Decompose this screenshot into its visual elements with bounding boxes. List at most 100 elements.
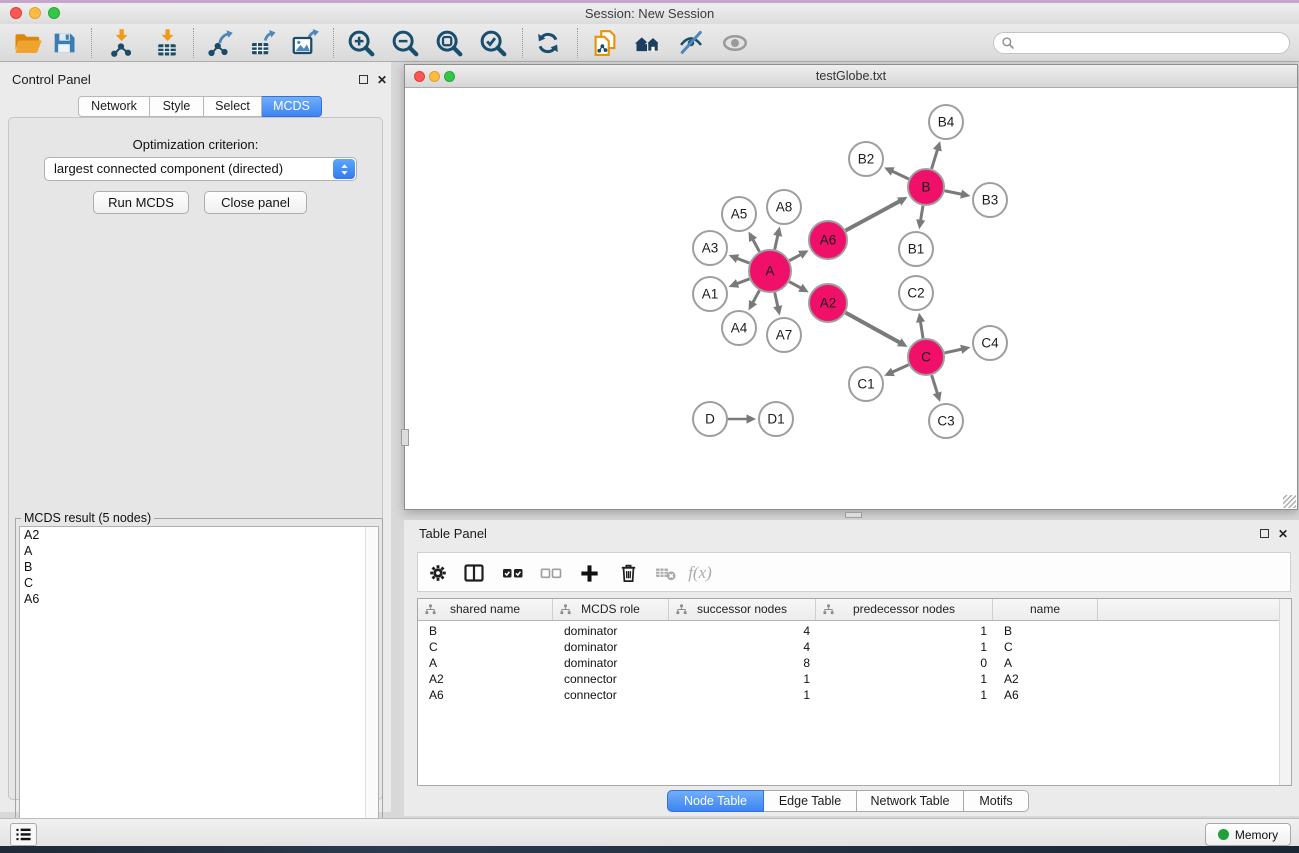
cell-name[interactable]: A6 [993,688,1098,702]
cell-name[interactable]: C [993,640,1098,654]
import-table-icon[interactable] [149,26,185,60]
cell-predecessor_nodes[interactable]: 1 [816,640,993,654]
function-builder-icon[interactable]: f(x) [684,558,716,588]
cell-shared_name[interactable]: A [418,656,553,670]
float-table-panel-icon[interactable] [1260,529,1269,538]
graph-edge-B-B3[interactable] [945,191,964,195]
cell-name[interactable]: A [993,656,1098,670]
column-header-name[interactable]: name [993,599,1098,620]
cell-shared_name[interactable]: A6 [418,688,553,702]
cell-predecessor_nodes[interactable]: 0 [816,656,993,670]
mcds-result-item[interactable]: C [20,575,378,591]
cell-mcds_role[interactable]: dominator [553,656,669,670]
cell-mcds_role[interactable]: dominator [553,640,669,654]
tab-edge-table[interactable]: Edge Table [764,790,857,812]
panel-divider-grip[interactable] [845,512,862,518]
table-row[interactable]: Cdominator41C [418,639,1291,655]
mcds-result-item[interactable]: B [20,559,378,575]
cell-shared_name[interactable]: B [418,624,553,638]
cell-name[interactable]: A2 [993,672,1098,686]
mcds-list-scrollbar[interactable] [365,527,378,845]
table-row[interactable]: A6connector11A6 [418,687,1291,703]
cell-successor_nodes[interactable]: 4 [669,624,816,638]
table-settings-gear-icon[interactable] [422,558,454,588]
save-session-icon[interactable] [46,26,82,60]
export-network-icon[interactable] [201,26,237,60]
deselect-all-columns-icon[interactable] [535,558,567,588]
delete-table-icon[interactable] [650,558,682,588]
network-graph[interactable]: AA1A2A3A4A5A6A7A8BB1B2B3B4CC1C2C3C4DD1 [405,89,1297,509]
add-column-icon[interactable] [573,558,605,588]
zoom-out-icon[interactable] [387,26,423,60]
network-canvas[interactable]: AA1A2A3A4A5A6A7A8BB1B2B3B4CC1C2C3C4DD1 [405,89,1297,509]
cell-shared_name[interactable]: C [418,640,553,654]
tab-network-table[interactable]: Network Table [857,790,964,812]
graph-edge-B-B2[interactable] [890,170,908,179]
create-network-from-selection-icon[interactable] [587,26,623,60]
cell-shared_name[interactable]: A2 [418,672,553,686]
search-field[interactable] [993,32,1290,54]
open-session-icon[interactable] [10,26,46,60]
table-row[interactable]: Adominator80A [418,655,1291,671]
refresh-icon[interactable] [530,26,566,60]
zoom-selected-icon[interactable] [475,26,511,60]
task-history-button[interactable] [10,823,37,846]
memory-button[interactable]: Memory [1205,823,1291,846]
tab-motifs[interactable]: Motifs [964,790,1029,812]
graph-edge-B-B1[interactable] [920,206,923,223]
left-edge-grip[interactable] [401,429,409,446]
graph-edge-C-C2[interactable] [920,320,923,339]
tab-select[interactable]: Select [204,96,262,117]
cell-predecessor_nodes[interactable]: 1 [816,624,993,638]
graph-edge-A6-B[interactable] [846,200,902,230]
cell-name[interactable]: B [993,624,1098,638]
mcds-result-item[interactable]: A6 [20,591,378,607]
cell-predecessor_nodes[interactable]: 1 [816,672,993,686]
split-panel-icon[interactable] [458,558,490,588]
cell-successor_nodes[interactable]: 1 [669,672,816,686]
mcds-result-item[interactable]: A [20,543,378,559]
table-scrollbar[interactable] [1279,599,1291,785]
graph-edge-C-C4[interactable] [945,349,964,353]
column-header-mcds-role[interactable]: MCDS role [553,599,669,620]
first-neighbors-icon[interactable] [630,26,666,60]
export-image-icon[interactable] [287,26,323,60]
cell-mcds_role[interactable]: connector [553,688,669,702]
cell-predecessor_nodes[interactable]: 1 [816,688,993,702]
close-panel-button[interactable]: Close panel [204,191,307,214]
table-row[interactable]: Bdominator41B [418,623,1291,639]
select-all-columns-icon[interactable] [497,558,529,588]
mcds-result-list[interactable]: A2ABCA6 [19,526,379,846]
toggle-visibility-icon[interactable] [717,26,753,60]
cell-mcds_role[interactable]: connector [553,672,669,686]
graph-edge-A2-C[interactable] [846,313,902,344]
column-header-predecessor-nodes[interactable]: predecessor nodes [816,599,993,620]
close-table-panel-icon[interactable]: ✕ [1278,528,1288,540]
tab-mcds[interactable]: MCDS [262,96,322,117]
close-panel-icon[interactable]: ✕ [377,74,387,86]
optimization-select[interactable]: largest connected component (directed) [44,157,357,181]
cell-successor_nodes[interactable]: 1 [669,688,816,702]
search-input[interactable] [1015,36,1289,50]
float-panel-icon[interactable] [359,75,368,84]
graph-edge-C-C1[interactable] [891,365,909,373]
zoom-in-icon[interactable] [343,26,379,60]
network-window-titlebar[interactable]: testGlobe.txt [405,65,1297,88]
tab-node-table[interactable]: Node Table [667,790,764,812]
graph-edge-C-C3[interactable] [932,375,938,395]
zoom-fit-icon[interactable] [431,26,467,60]
graph-edge-B-B4[interactable] [932,148,938,169]
cell-successor_nodes[interactable]: 8 [669,656,816,670]
window-resize-handle[interactable] [1283,495,1296,508]
import-network-icon[interactable] [103,26,139,60]
show-hide-graphics-details-icon[interactable] [673,26,709,60]
column-header-shared-name[interactable]: shared name [418,599,553,620]
cell-mcds_role[interactable]: dominator [553,624,669,638]
table-row[interactable]: A2connector11A2 [418,671,1291,687]
mcds-result-item[interactable]: A2 [20,527,378,543]
delete-column-icon[interactable] [612,558,644,588]
tab-network[interactable]: Network [78,96,150,117]
tab-style[interactable]: Style [150,96,204,117]
cell-successor_nodes[interactable]: 4 [669,640,816,654]
run-mcds-button[interactable]: Run MCDS [93,191,189,214]
